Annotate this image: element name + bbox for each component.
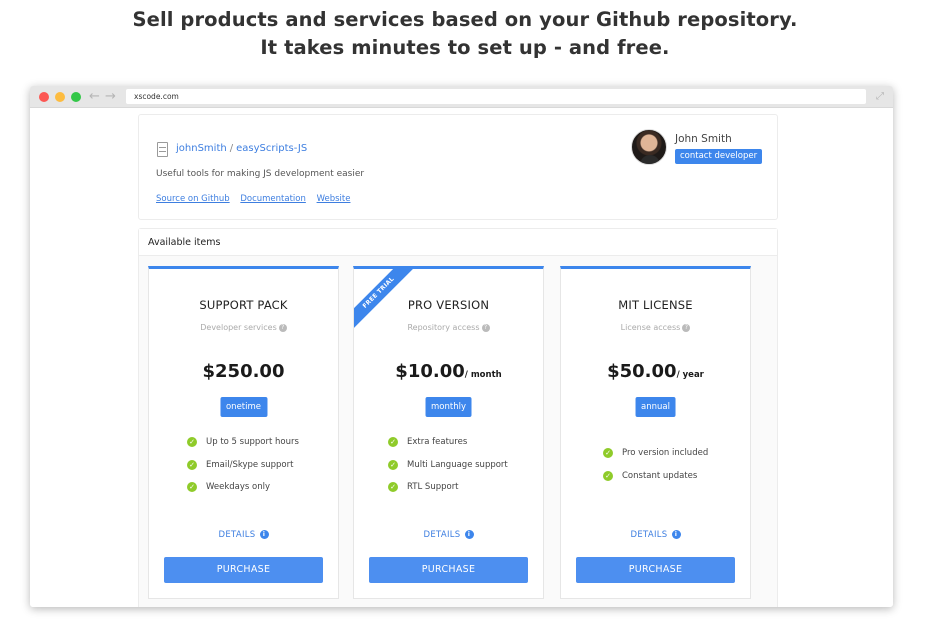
plan-title: SUPPORT PACK — [199, 298, 288, 312]
plan-price: $250.00 — [202, 361, 285, 382]
forward-arrow-icon[interactable]: → — [105, 88, 116, 106]
plan-card-pro-version: FREE TRIAL PRO VERSION Repository access… — [353, 266, 544, 599]
repo-card: johnSmith / easyScripts-JS Useful tools fo… — [138, 114, 778, 220]
plan-subtitle: License access? — [561, 322, 750, 333]
info-icon[interactable]: i — [464, 530, 474, 539]
minimize-window-dot[interactable] — [55, 92, 65, 102]
plan-period: / month — [464, 370, 502, 380]
developer-name: John Smith — [675, 133, 732, 145]
plan-price-row: $250.00 — [149, 361, 338, 386]
details-link[interactable]: DETAILS i — [561, 529, 750, 541]
info-icon[interactable]: i — [671, 530, 681, 539]
help-icon[interactable]: ? — [682, 323, 691, 332]
plan-card-mit-license: MIT LICENSE License access? $50.00/ year… — [560, 266, 751, 599]
plan-title: PRO VERSION — [407, 298, 490, 312]
headline-line-1: Sell products and services based on your… — [132, 8, 798, 31]
items-header: Available items — [139, 229, 777, 256]
feature-list: ✓ Up to 5 support hours ✓ Email/Skype supp… — [187, 437, 299, 505]
address-bar[interactable]: xscode.com — [126, 89, 866, 104]
repository-icon — [157, 142, 168, 157]
billing-badge: monthly — [425, 397, 472, 417]
details-link[interactable]: DETAILS i — [149, 529, 338, 541]
feature-item: ✓ Weekdays only — [187, 482, 299, 505]
feature-text: Multi Language support — [407, 459, 508, 470]
purchase-button[interactable]: PURCHASE — [164, 557, 323, 583]
plan-price: $50.00 — [607, 361, 677, 382]
feature-text: RTL Support — [407, 482, 459, 492]
repo-description: Useful tools for making JS development e… — [156, 169, 365, 179]
feature-text: Extra features — [407, 437, 468, 447]
details-link[interactable]: DETAILS i — [354, 529, 543, 541]
browser-titlebar: ← → xscode.com ⤢ — [30, 86, 893, 108]
feature-text: Email/Skype support — [206, 459, 294, 470]
billing-badge: onetime — [219, 397, 268, 417]
help-icon[interactable]: ? — [481, 323, 490, 332]
close-window-dot[interactable] — [39, 92, 49, 102]
details-text[interactable]: DETAILS — [218, 530, 255, 540]
feature-item: ✓ Multi Language support — [388, 459, 508, 483]
plan-title: MIT LICENSE — [618, 298, 693, 312]
contact-developer-button[interactable]: contact developer — [675, 149, 763, 164]
repo-links: Source on Github Documentation Website — [156, 193, 358, 205]
plan-price-row: $50.00/ year — [561, 361, 750, 386]
website-link[interactable]: Website — [317, 194, 351, 204]
check-icon: ✓ — [603, 470, 613, 481]
plan-price-row: $10.00/ month — [354, 361, 543, 386]
plan-subtitle: Developer services? — [149, 322, 338, 333]
feature-item: ✓ Email/Skype support — [187, 459, 299, 483]
check-icon: ✓ — [187, 437, 197, 447]
maximize-window-dot[interactable] — [71, 92, 81, 102]
back-arrow-icon[interactable]: ← — [89, 88, 100, 106]
check-icon: ✓ — [187, 482, 197, 492]
plan-period: / year — [676, 370, 704, 380]
browser-window: ← → xscode.com ⤢ johnSmith / easyScripts-J… — [30, 86, 893, 607]
feature-text: Weekdays only — [206, 482, 271, 492]
check-icon: ✓ — [187, 459, 197, 470]
plan-price: $10.00 — [395, 361, 465, 382]
repo-separator: / — [229, 143, 234, 154]
feature-list: ✓ Pro version included ✓ Constant updates — [603, 448, 708, 493]
feature-text: Constant updates — [622, 470, 698, 481]
plan-subtitle-text: Repository access — [407, 323, 480, 332]
check-icon: ✓ — [388, 437, 398, 447]
plan-subtitle-text: License access — [620, 323, 681, 332]
expand-icon[interactable]: ⤢ — [876, 90, 884, 104]
repo-owner-link[interactable]: johnSmith — [176, 143, 227, 154]
feature-item: ✓ Up to 5 support hours — [187, 437, 299, 460]
check-icon: ✓ — [388, 459, 398, 470]
feature-item: ✓ Extra features — [388, 437, 508, 460]
feature-text: Pro version included — [622, 448, 709, 458]
source-on-github-link[interactable]: Source on Github — [156, 194, 230, 204]
available-items-panel: Available items SUPPORT PACK Developer s… — [138, 228, 778, 607]
help-icon[interactable]: ? — [278, 323, 287, 332]
headline: Sell products and services based on your… — [0, 6, 930, 62]
check-icon: ✓ — [388, 482, 398, 492]
feature-item: ✓ RTL Support — [388, 482, 508, 505]
page-viewport: johnSmith / easyScripts-JS Useful tools fo… — [30, 108, 893, 607]
check-icon: ✓ — [603, 448, 613, 458]
details-text[interactable]: DETAILS — [630, 530, 667, 540]
plan-subtitle: Repository access? — [354, 322, 543, 333]
repo-name-link[interactable]: easyScripts-JS — [236, 143, 307, 154]
info-icon[interactable]: i — [259, 530, 269, 539]
headline-line-2: It takes minutes to set up - and free. — [260, 36, 670, 59]
billing-badge: annual — [635, 397, 676, 417]
plan-card-support-pack: SUPPORT PACK Developer services? $250.00… — [148, 266, 339, 599]
feature-item: ✓ Constant updates — [603, 470, 708, 494]
details-text[interactable]: DETAILS — [423, 530, 460, 540]
feature-text: Up to 5 support hours — [206, 437, 299, 447]
purchase-button[interactable]: PURCHASE — [369, 557, 528, 583]
developer-avatar — [631, 129, 667, 165]
purchase-button[interactable]: PURCHASE — [576, 557, 735, 583]
feature-list: ✓ Extra features ✓ Multi Language support … — [388, 437, 508, 505]
plan-subtitle-text: Developer services — [200, 323, 277, 332]
feature-item: ✓ Pro version included — [603, 448, 708, 471]
documentation-link[interactable]: Documentation — [240, 194, 306, 204]
repo-title: johnSmith / easyScripts-JS — [176, 142, 307, 156]
